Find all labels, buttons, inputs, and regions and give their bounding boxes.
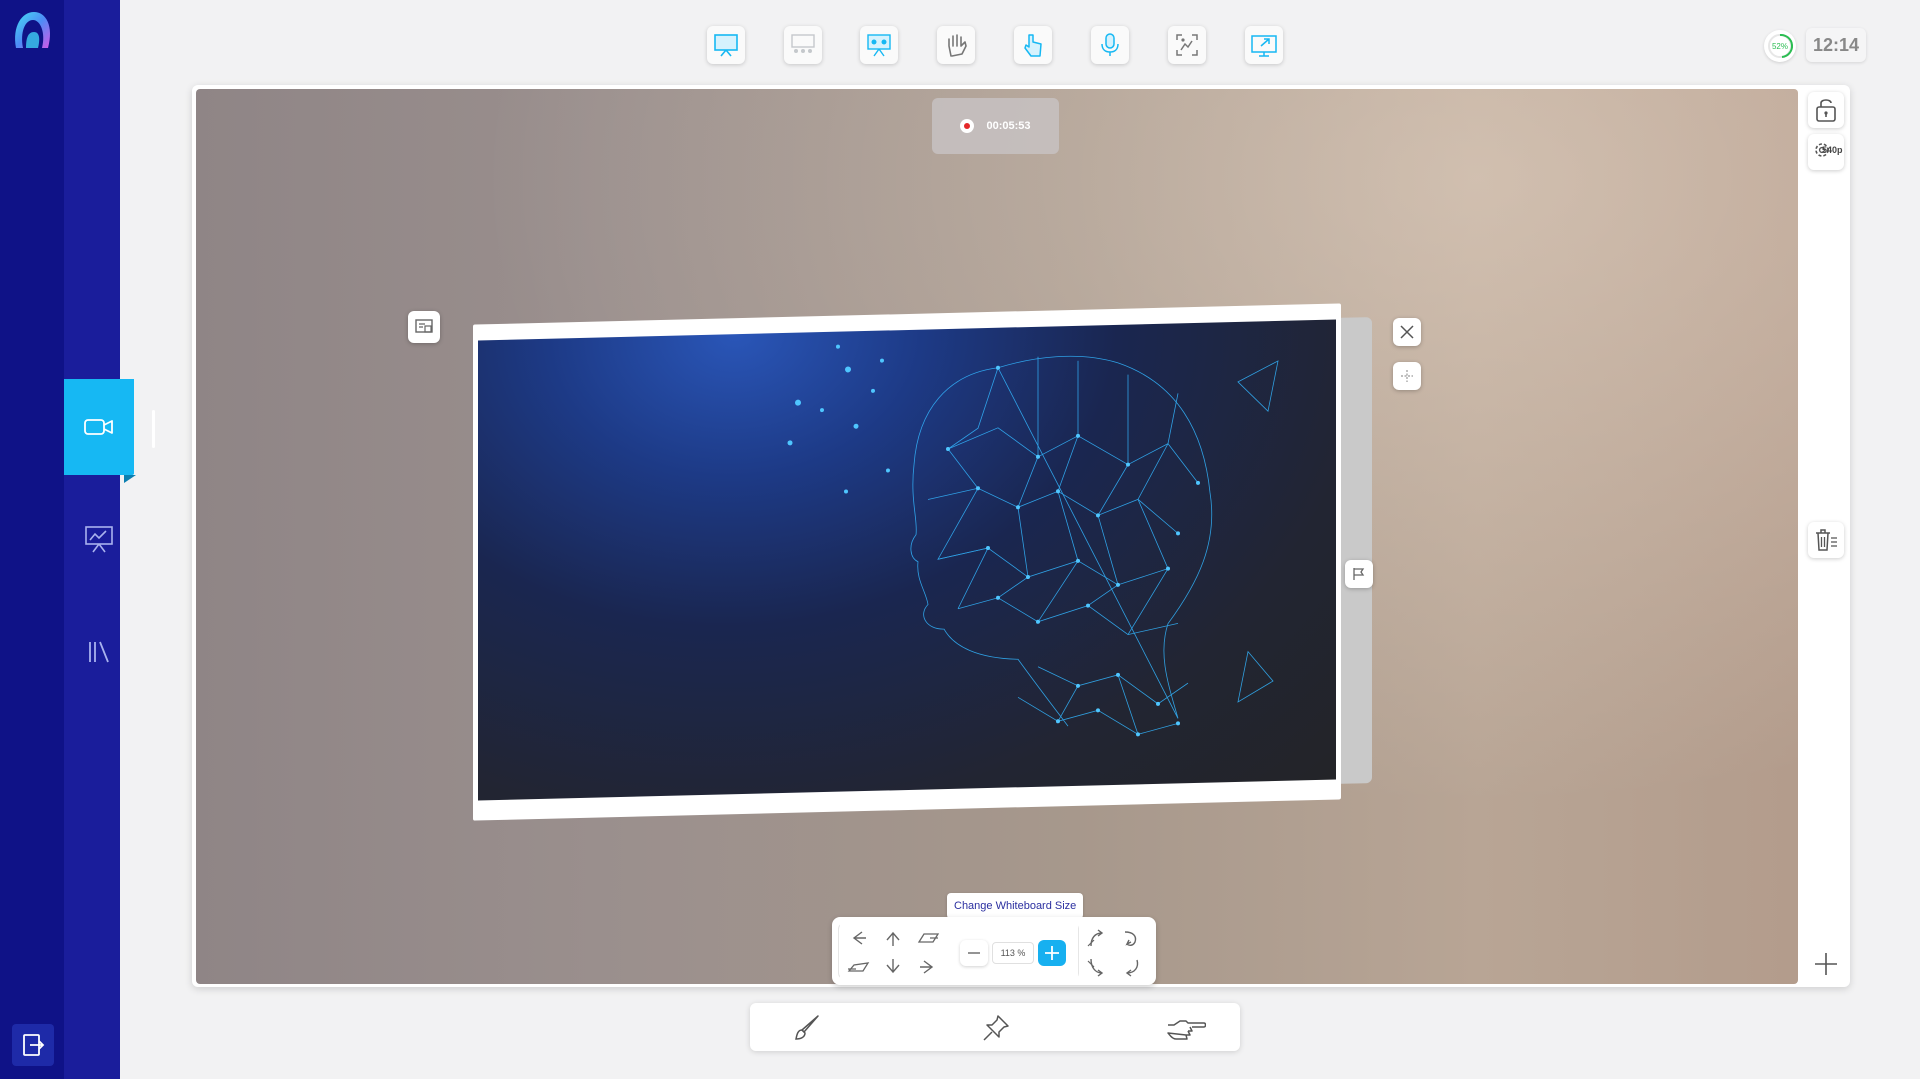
microphone-button[interactable] (1091, 26, 1129, 64)
move-up-button[interactable] (875, 923, 911, 953)
screenshot-button[interactable] (1168, 26, 1206, 64)
whiteboard-side-handle[interactable] (1345, 560, 1373, 588)
exit-icon (21, 1033, 45, 1057)
lock-open-icon (1814, 97, 1838, 123)
arrow-left-icon (848, 928, 868, 948)
whiteboard-screen (478, 319, 1336, 801)
move-down-button[interactable] (875, 952, 911, 982)
presentation-board-button[interactable] (707, 26, 745, 64)
video-camera-icon (84, 417, 114, 437)
pointer-button[interactable] (1164, 1010, 1208, 1046)
pointing-hand-icon (1166, 1015, 1206, 1041)
app-logo (8, 6, 56, 54)
zoom-out-button[interactable] (960, 940, 988, 966)
rotate-left-button[interactable] (1079, 923, 1115, 953)
wireframe-head-image (787, 344, 1279, 737)
arrow-right-icon (918, 957, 938, 977)
plus-icon (1813, 951, 1839, 977)
record-dot-icon (960, 119, 975, 133)
resolution-button[interactable]: 540p (1808, 134, 1844, 170)
active-tab-indicator (152, 410, 155, 448)
brush-icon (792, 1013, 822, 1043)
clock: 12:14 (1806, 28, 1866, 62)
rotate-right-icon (1121, 928, 1143, 948)
presentation-chart-icon (84, 524, 114, 554)
microphone-icon (1098, 32, 1122, 58)
recording-time: 00:05:53 (986, 120, 1031, 132)
delete-button[interactable] (1808, 522, 1844, 558)
rotate-down-left-icon (1086, 957, 1108, 977)
sidebar-tab-presentation[interactable] (64, 491, 134, 587)
flag-icon (1351, 566, 1367, 582)
tilt-forward-icon (846, 957, 870, 977)
people-board-icon (865, 33, 893, 57)
move-right-button[interactable] (910, 952, 946, 982)
lock-button[interactable] (1808, 92, 1844, 128)
whiteboard-menu-button[interactable] (408, 311, 440, 343)
plus-icon (1044, 945, 1060, 961)
rotate-down-right-button[interactable] (1114, 952, 1150, 982)
minus-icon (967, 946, 981, 960)
screenshot-icon (1174, 32, 1200, 58)
battery-indicator: 52% (1764, 30, 1796, 62)
pin-button[interactable] (978, 1010, 1014, 1046)
expand-icon (1399, 368, 1415, 384)
trash-icon (1813, 528, 1839, 552)
raise-hand-icon (943, 32, 969, 58)
people-board-button[interactable] (860, 26, 898, 64)
close-icon (1399, 324, 1415, 340)
sidebar-tab-video[interactable] (64, 379, 136, 483)
battery-label: 52% (1771, 41, 1788, 51)
close-whiteboard-button[interactable] (1393, 318, 1421, 346)
move-left-button[interactable] (840, 923, 876, 953)
touch-hand-icon (1020, 32, 1046, 58)
raise-hand-button[interactable] (937, 26, 975, 64)
whiteboard-size-tooltip: Change Whiteboard Size (947, 893, 1084, 919)
screen-share-icon (1250, 32, 1278, 58)
tilt-back-icon (916, 928, 940, 948)
touch-hand-button[interactable] (1014, 26, 1052, 64)
add-button[interactable] (1808, 946, 1844, 982)
audience-board-icon (789, 33, 817, 57)
tilt-back-button[interactable] (910, 923, 946, 953)
recording-indicator: 00:05:53 (932, 98, 1059, 154)
audience-board-button[interactable] (784, 26, 822, 64)
zoom-in-button[interactable] (1038, 940, 1066, 966)
sidebar (0, 0, 64, 1079)
library-icon (86, 639, 112, 665)
tilt-forward-button[interactable] (840, 952, 876, 982)
expand-whiteboard-button[interactable] (1393, 362, 1421, 390)
exit-button[interactable] (12, 1024, 54, 1066)
pin-icon (981, 1013, 1011, 1043)
sidebar-tab-library[interactable] (64, 604, 134, 700)
rotate-down-left-button[interactable] (1079, 952, 1115, 982)
zoom-value: 113 % (992, 942, 1034, 964)
brush-button[interactable] (789, 1010, 825, 1046)
rotate-down-right-icon (1121, 957, 1143, 977)
screen-share-button[interactable] (1245, 26, 1283, 64)
arrow-down-icon (883, 957, 903, 977)
rotate-left-icon (1086, 928, 1108, 948)
rotate-right-button[interactable] (1114, 923, 1150, 953)
presentation-board-icon (713, 33, 739, 57)
board-menu-icon (414, 318, 434, 336)
arrow-up-icon (883, 928, 903, 948)
resolution-label: 540p (1822, 145, 1843, 155)
